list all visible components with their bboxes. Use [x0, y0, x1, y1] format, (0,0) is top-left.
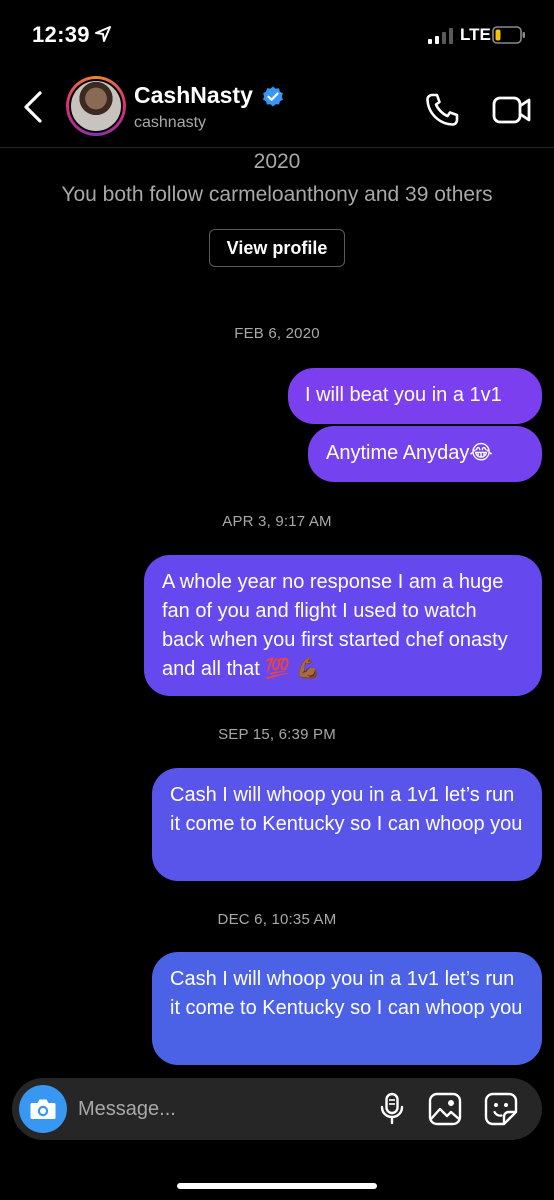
avatar-photo [69, 79, 123, 133]
sent-message-bubble[interactable]: Cash I will whoop you in a 1v1 let’s run… [152, 768, 542, 881]
home-indicator [177, 1183, 377, 1189]
battery-icon [492, 26, 525, 44]
location-arrow-icon [95, 26, 111, 42]
status-time: 12:39 [32, 22, 90, 47]
sent-message-bubble[interactable]: Anytime Anyday😂 [308, 426, 542, 482]
gallery-icon[interactable] [428, 1092, 462, 1126]
status-bar: 12:39 LTE [0, 0, 554, 70]
message-input[interactable] [78, 1091, 358, 1127]
camera-button[interactable] [19, 1085, 67, 1133]
network-type: LTE [460, 25, 491, 44]
message-timestamp: APR 3, 9:17 AM [222, 513, 332, 530]
microphone-icon[interactable] [378, 1092, 406, 1126]
video-camera-icon[interactable] [492, 94, 532, 126]
message-timestamp: SEP 15, 6:39 PM [218, 726, 336, 743]
sent-message-bubble[interactable]: I will beat you in a 1v1 [288, 368, 542, 424]
signal-icon [428, 28, 453, 44]
contact-handle: cashnasty [134, 114, 207, 131]
contact-name[interactable]: CashNasty [134, 82, 253, 109]
message-timestamp: FEB 6, 2020 [234, 325, 320, 342]
verified-badge-icon [263, 86, 283, 107]
joined-year: 2020 [253, 150, 301, 173]
message-composer [12, 1078, 542, 1140]
avatar[interactable] [66, 76, 126, 136]
view-profile-button[interactable]: View profile [209, 229, 345, 267]
sent-message-bubble[interactable]: Cash I will whoop you in a 1v1 let’s run… [152, 952, 542, 1065]
mutual-followers-text: You both follow carmeloanthony and 39 ot… [61, 183, 493, 206]
sticker-icon[interactable] [484, 1092, 518, 1126]
chat-header: CashNasty cashnasty [0, 70, 554, 148]
camera-icon [30, 1099, 56, 1119]
sent-message-bubble[interactable]: A whole year no response I am a huge fan… [144, 555, 542, 696]
phone-icon[interactable] [424, 92, 460, 128]
back-chevron-icon[interactable] [20, 90, 46, 124]
message-timestamp: DEC 6, 10:35 AM [217, 911, 337, 928]
